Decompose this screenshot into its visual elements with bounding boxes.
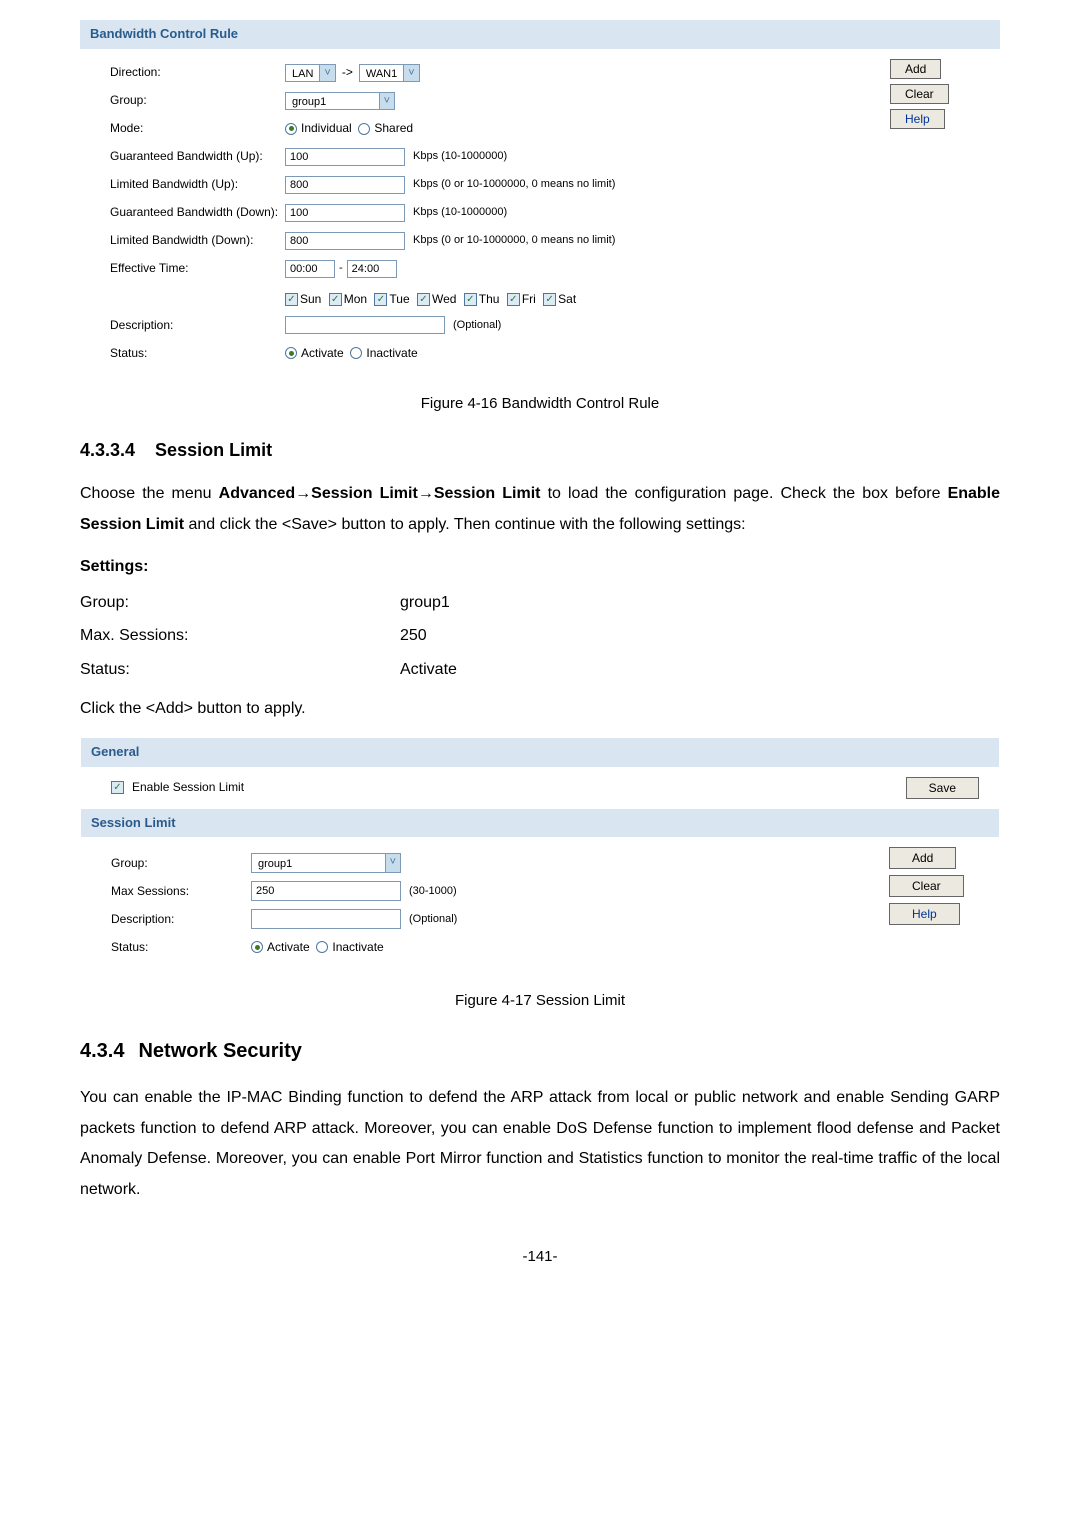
- checkbox-fri[interactable]: ✓: [507, 293, 520, 306]
- gbw-up-input[interactable]: [285, 148, 405, 166]
- chevron-down-icon: ˅: [319, 65, 334, 81]
- gbw-down-input[interactable]: [285, 204, 405, 222]
- days-row: ✓Sun ✓Mon ✓Tue ✓Wed ✓Thu ✓Fri ✓Sat: [285, 289, 580, 310]
- description-input[interactable]: [285, 316, 445, 334]
- add-button[interactable]: Add: [890, 59, 941, 79]
- label-description: Description:: [110, 316, 285, 335]
- enable-session-limit-label: Enable Session Limit: [132, 778, 244, 797]
- sl-max-hint: (30-1000): [409, 883, 457, 901]
- sl-max-input[interactable]: [251, 881, 401, 901]
- radio-inactivate[interactable]: [350, 347, 362, 359]
- panel-header-general: General: [81, 738, 999, 767]
- gbw-down-hint: Kbps (10-1000000): [413, 204, 507, 222]
- label-sl-status: Status:: [111, 938, 251, 957]
- sl-help-button[interactable]: Help: [889, 903, 960, 925]
- panel-header-bw: Bandwidth Control Rule: [80, 20, 1000, 49]
- label-direction: Direction:: [110, 63, 285, 82]
- settings-status-val: Activate: [400, 657, 457, 683]
- direction-to-select[interactable]: WAN1˅: [359, 64, 420, 82]
- direction-from-select[interactable]: LAN˅: [285, 64, 336, 82]
- checkbox-sat[interactable]: ✓: [543, 293, 556, 306]
- panel-header-session-limit: Session Limit: [81, 809, 999, 838]
- sl-add-button[interactable]: Add: [889, 847, 956, 869]
- figure-caption-sl: Figure 4-17 Session Limit: [80, 989, 1000, 1013]
- checkbox-mon[interactable]: ✓: [329, 293, 342, 306]
- figure-caption-bw: Figure 4-16 Bandwidth Control Rule: [80, 392, 1000, 416]
- label-eff-time: Effective Time:: [110, 259, 285, 278]
- label-lbw-down: Limited Bandwidth (Down):: [110, 231, 285, 250]
- checkbox-tue[interactable]: ✓: [374, 293, 387, 306]
- lbw-down-hint: Kbps (0 or 10-1000000, 0 means no limit): [413, 232, 615, 250]
- time-to-input[interactable]: [347, 260, 397, 278]
- save-button[interactable]: Save: [906, 777, 979, 799]
- description-hint: (Optional): [453, 317, 501, 335]
- settings-max-val: 250: [400, 623, 427, 649]
- sl-group-select[interactable]: group1˅: [251, 853, 401, 873]
- group-select[interactable]: group1˅: [285, 92, 395, 110]
- session-limit-panel: General ✓ Enable Session Limit Save Sess…: [80, 737, 1000, 975]
- label-status: Status:: [110, 344, 285, 363]
- chevron-down-icon: ˅: [403, 65, 418, 81]
- lbw-down-input[interactable]: [285, 232, 405, 250]
- paragraph-network-security: You can enable the IP-MAC Binding functi…: [80, 1083, 1000, 1205]
- radio-activate[interactable]: [285, 347, 297, 359]
- radio-shared[interactable]: [358, 123, 370, 135]
- chevron-down-icon: ˅: [385, 854, 400, 872]
- lbw-up-input[interactable]: [285, 176, 405, 194]
- direction-arrow: ->: [342, 63, 353, 82]
- checkbox-thu[interactable]: ✓: [464, 293, 477, 306]
- sl-radio-activate[interactable]: [251, 941, 263, 953]
- radio-individual[interactable]: [285, 123, 297, 135]
- paragraph-session-limit-intro: Choose the menu Advanced→Session Limit→S…: [80, 479, 1000, 540]
- clear-button[interactable]: Clear: [890, 84, 949, 104]
- sl-description-hint: (Optional): [409, 911, 457, 929]
- settings-status-key: Status:: [80, 657, 400, 683]
- lbw-up-hint: Kbps (0 or 10-1000000, 0 means no limit): [413, 176, 615, 194]
- checkbox-sun[interactable]: ✓: [285, 293, 298, 306]
- settings-group-key: Group:: [80, 590, 400, 616]
- sl-clear-button[interactable]: Clear: [889, 875, 964, 897]
- label-group: Group:: [110, 91, 285, 110]
- settings-max-key: Max. Sessions:: [80, 623, 400, 649]
- settings-group-val: group1: [400, 590, 450, 616]
- checkbox-enable-session-limit[interactable]: ✓: [111, 781, 124, 794]
- label-mode: Mode:: [110, 119, 285, 138]
- label-sl-description: Description:: [111, 910, 251, 929]
- heading-4-3-3-4: 4.3.3.4Session Limit: [80, 436, 1000, 465]
- label-gbw-up: Guaranteed Bandwidth (Up):: [110, 147, 285, 166]
- chevron-down-icon: ˅: [379, 93, 394, 109]
- page-number: -141-: [80, 1245, 1000, 1269]
- sl-description-input[interactable]: [251, 909, 401, 929]
- time-sep: -: [339, 260, 343, 278]
- label-sl-group: Group:: [111, 854, 251, 873]
- help-button[interactable]: Help: [890, 109, 945, 129]
- settings-heading: Settings:: [80, 554, 1000, 580]
- label-lbw-up: Limited Bandwidth (Up):: [110, 175, 285, 194]
- time-from-input[interactable]: [285, 260, 335, 278]
- checkbox-wed[interactable]: ✓: [417, 293, 430, 306]
- heading-4-3-4: 4.3.4Network Security: [80, 1035, 1000, 1067]
- label-gbw-down: Guaranteed Bandwidth (Down):: [110, 203, 285, 222]
- bandwidth-control-rule-panel: Bandwidth Control Rule Direction: LAN˅ -…: [80, 20, 1000, 377]
- label-sl-max: Max Sessions:: [111, 882, 251, 901]
- gbw-up-hint: Kbps (10-1000000): [413, 148, 507, 166]
- paragraph-click-add: Click the <Add> button to apply.: [80, 694, 1000, 724]
- sl-radio-inactivate[interactable]: [316, 941, 328, 953]
